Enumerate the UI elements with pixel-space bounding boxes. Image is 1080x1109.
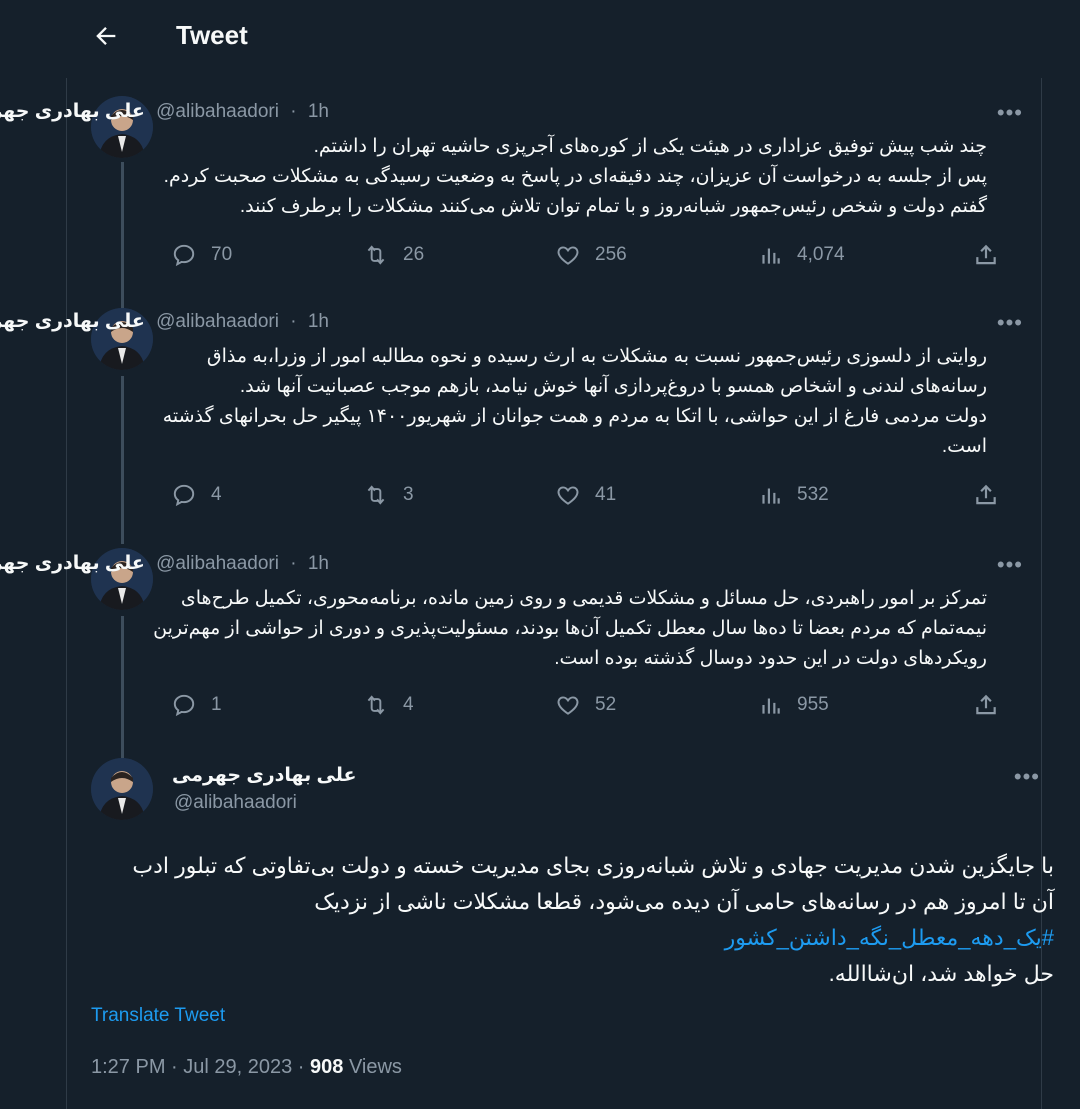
thread-tweet-2[interactable]: علی بهادری جهرمی @alibahaadori · 1h ••• …	[0, 302, 1041, 538]
tweet-timestamp[interactable]: 1:27 PM · Jul 29, 2023 ·	[91, 1056, 310, 1078]
like-count: 41	[595, 484, 617, 505]
author-name[interactable]: علی بهادری جهرمی	[0, 553, 145, 574]
author-name[interactable]: علی بهادری جهرمی	[172, 764, 356, 787]
author-name[interactable]: علی بهادری جهرمی	[0, 101, 145, 122]
view-count: 4,074	[797, 244, 845, 265]
like-button[interactable]: 256	[555, 242, 627, 268]
like-count: 256	[595, 244, 627, 265]
reply-count: 70	[211, 244, 233, 265]
thread-connector	[121, 376, 124, 538]
author-handle[interactable]: @alibahaadori	[174, 792, 297, 814]
more-options-button[interactable]: •••	[997, 100, 1023, 126]
tweet-time[interactable]: 1h	[308, 553, 329, 574]
avatar[interactable]	[91, 758, 153, 820]
retweet-count: 26	[403, 244, 425, 265]
main-tweet-text-part2: حل خواهد شد، ان‌شاالله.	[828, 961, 1054, 986]
views-count: 908	[310, 1056, 344, 1078]
bar-chart-icon	[762, 248, 780, 264]
retweet-icon	[367, 485, 385, 505]
retweet-icon	[367, 695, 385, 715]
reply-count: 4	[211, 484, 222, 505]
thread-connector	[121, 162, 124, 302]
heart-icon	[557, 696, 579, 715]
hashtag-link[interactable]: #یک_دهه_معطل_نگه_داشتن_کشور	[725, 925, 1054, 950]
author-handle[interactable]: @alibahaadori	[156, 101, 279, 122]
thread-connector	[121, 750, 124, 758]
thread-connector	[121, 616, 124, 750]
like-count: 52	[595, 694, 617, 715]
back-button[interactable]	[88, 18, 124, 54]
like-button[interactable]: 52	[555, 692, 616, 718]
reply-button[interactable]: 1	[171, 692, 222, 718]
share-button[interactable]	[973, 692, 999, 723]
view-count: 955	[797, 694, 829, 715]
view-count: 532	[797, 484, 829, 505]
tweet-time[interactable]: 1h	[308, 101, 329, 122]
thread-tweet-1[interactable]: علی بهادری جهرمی @alibahaadori · 1h ••• …	[0, 78, 1041, 302]
share-icon	[976, 484, 996, 505]
author-handle[interactable]: @alibahaadori	[156, 311, 279, 332]
heart-icon	[557, 486, 579, 505]
tweet-actions: 4 3 41 532	[171, 482, 1031, 514]
reply-button[interactable]: 70	[171, 242, 232, 268]
like-button[interactable]: 41	[555, 482, 616, 508]
share-button[interactable]	[973, 482, 999, 513]
tweet-metadata: 1:27 PM · Jul 29, 2023 · 908 Views	[91, 1056, 402, 1079]
tweet-time[interactable]: 1h	[308, 311, 329, 332]
top-bar: Tweet	[0, 0, 1080, 72]
page-title: Tweet	[176, 20, 248, 50]
reply-count: 1	[211, 694, 222, 715]
retweet-button[interactable]: 4	[363, 692, 414, 718]
main-tweet-text-part1: با جایگزین شدن مدیریت جهادی و تلاش شبانه…	[132, 853, 1054, 914]
tweet-actions: 70 26 256 4,074	[171, 242, 1031, 274]
reply-icon	[173, 694, 195, 717]
dot-separator: ·	[290, 553, 297, 574]
arrow-left-icon	[96, 27, 116, 45]
views-button[interactable]: 955	[757, 692, 829, 718]
retweet-button[interactable]: 3	[363, 482, 414, 508]
reply-button[interactable]: 4	[171, 482, 222, 508]
main-tweet-text: با جایگزین شدن مدیریت جهادی و تلاش شبانه…	[114, 848, 1054, 992]
retweet-count: 4	[403, 694, 414, 715]
dot-separator: ·	[290, 101, 297, 122]
tweet-actions: 1 4 52 955	[171, 692, 1031, 724]
bar-chart-icon	[762, 488, 780, 504]
tweet-text: چند شب پیش توفیق عزاداری در هیئت یکی از …	[163, 136, 987, 217]
author-name[interactable]: علی بهادری جهرمی	[0, 311, 145, 332]
tweet-text: روایتی از دلسوزی رئیس‌جمهور نسبت به مشکل…	[162, 346, 987, 457]
heart-icon	[557, 246, 579, 265]
views-button[interactable]: 4,074	[757, 242, 845, 268]
tweet-text: تمرکز بر امور راهبردی، حل مسائل و مشکلات…	[153, 588, 987, 669]
tweet-header: علی بهادری جهرمی @alibahaadori · 1h	[0, 552, 329, 575]
tweet-header: علی بهادری جهرمی @alibahaadori · 1h	[0, 100, 329, 123]
share-icon	[976, 694, 996, 715]
author-handle[interactable]: @alibahaadori	[156, 553, 279, 574]
tweet-header: علی بهادری جهرمی @alibahaadori · 1h	[0, 310, 329, 333]
thread-connector	[121, 538, 124, 544]
reply-icon	[173, 244, 195, 267]
dot-separator: ·	[290, 311, 297, 332]
reply-icon	[173, 484, 195, 507]
more-options-button[interactable]: •••	[997, 310, 1023, 336]
more-options-button[interactable]: •••	[1014, 764, 1040, 790]
retweet-button[interactable]: 26	[363, 242, 424, 268]
translate-tweet-link[interactable]: Translate Tweet	[91, 1005, 225, 1027]
thread-tweet-3[interactable]: علی بهادری جهرمی @alibahaadori · 1h ••• …	[0, 538, 1041, 750]
views-label: Views	[343, 1056, 402, 1078]
retweet-icon	[367, 245, 385, 265]
more-options-button[interactable]: •••	[997, 552, 1023, 578]
share-button[interactable]	[973, 242, 999, 273]
views-button[interactable]: 532	[757, 482, 829, 508]
retweet-count: 3	[403, 484, 414, 505]
bar-chart-icon	[762, 698, 780, 714]
share-icon	[976, 244, 996, 265]
